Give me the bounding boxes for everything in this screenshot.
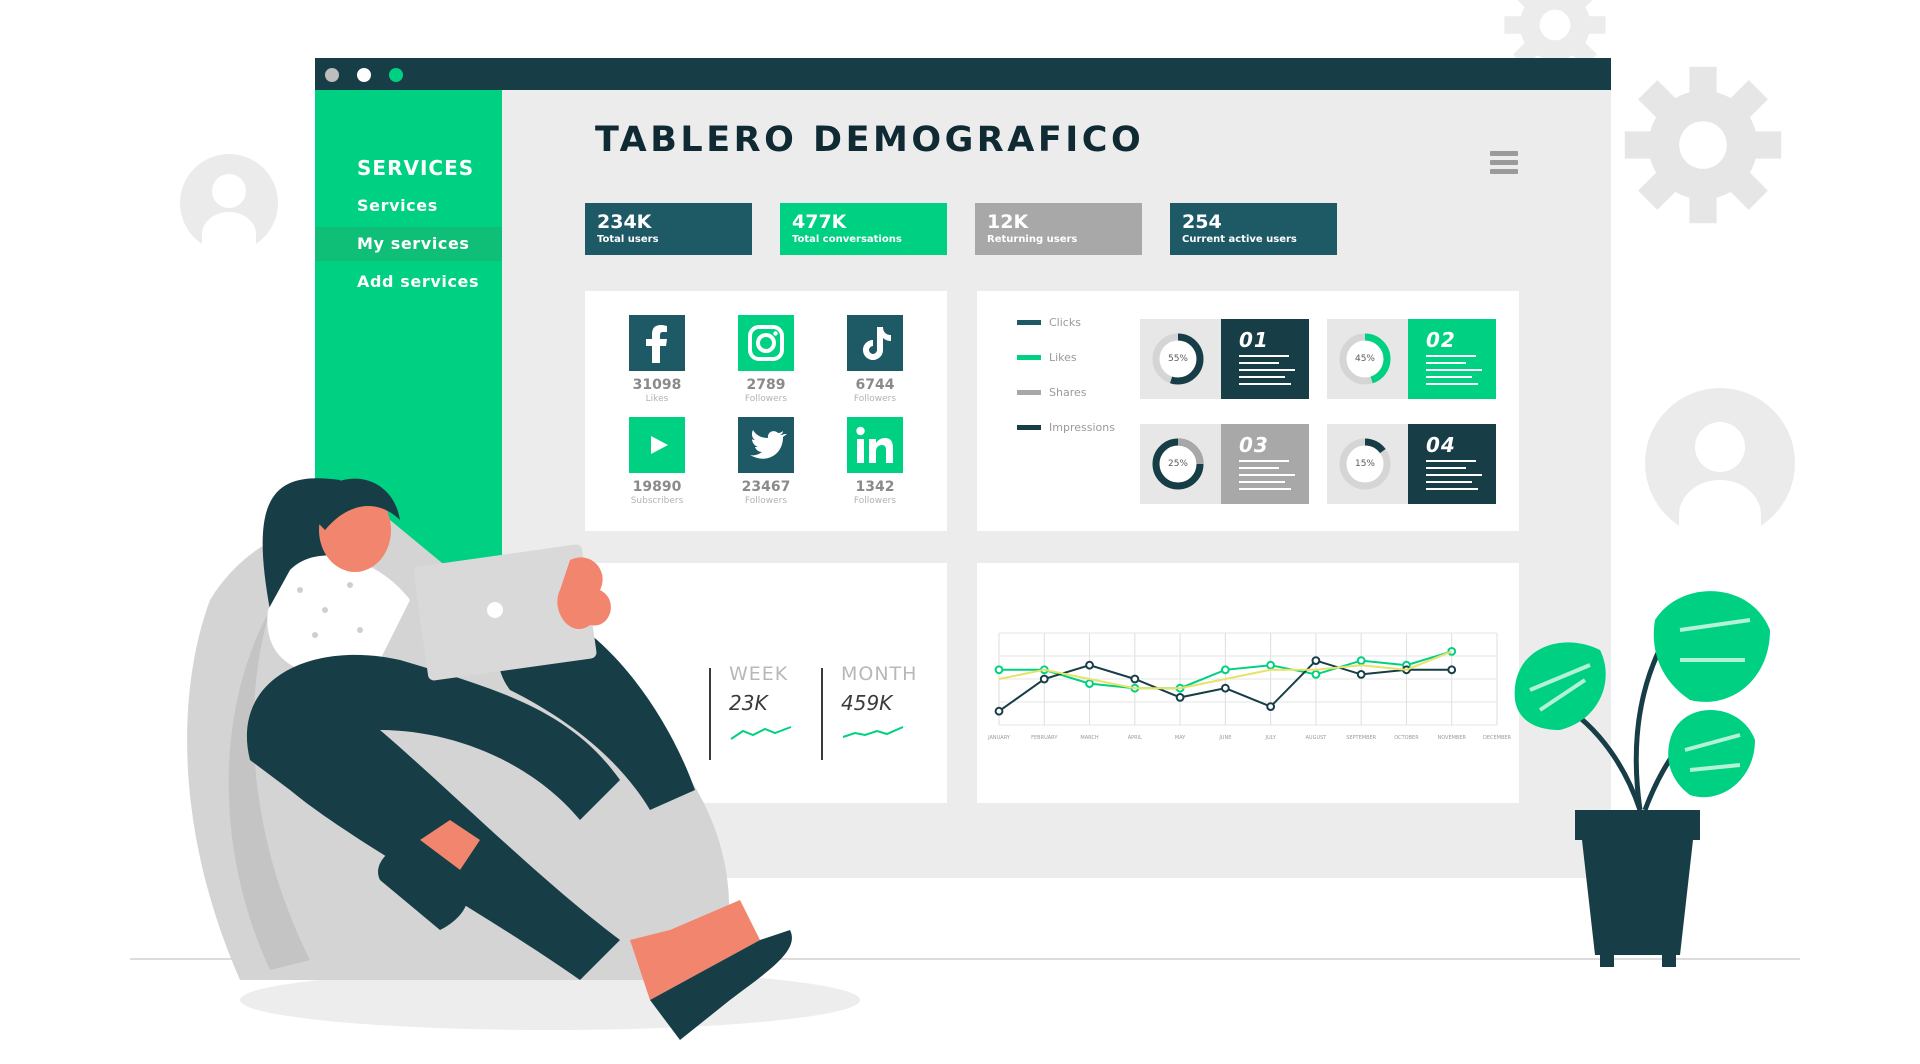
data-point (1356, 656, 1366, 665)
kpi-card-04[interactable]: 15% 04 (1327, 424, 1496, 504)
data-point (1085, 679, 1094, 688)
x-tick-label: OCTOBER (1394, 735, 1419, 741)
stat-card-returning-users: 12K Returning users (975, 203, 1142, 255)
x-tick-label: JANUARY (987, 735, 1011, 741)
stat-label: Current active users (1182, 234, 1297, 245)
data-point (1039, 674, 1049, 684)
kpi-number: 02 (1426, 328, 1456, 352)
data-point (1085, 660, 1094, 670)
background-avatar-left (180, 154, 278, 252)
social-caption: Followers (744, 394, 788, 404)
stat-value: 254 (1182, 211, 1222, 233)
kpi-number: 03 (1239, 433, 1269, 457)
data-point (1130, 674, 1140, 684)
kpi-number-card: 02 (1408, 319, 1496, 399)
data-point (1220, 683, 1230, 693)
legend-item-clicks: Clicks (1017, 316, 1081, 330)
social-instagram[interactable]: 2789 Followers (721, 315, 811, 405)
social-caption: Followers (853, 394, 897, 404)
kpi-number-card: 01 (1221, 319, 1309, 399)
social-count: 6744 (855, 377, 895, 393)
data-point (1266, 702, 1276, 712)
x-tick-label: AUGUST (1305, 735, 1327, 741)
stat-label: Returning users (987, 234, 1078, 245)
stat-card-total-conversations: 477K Total conversations (780, 203, 947, 255)
legend-item-likes: Likes (1017, 351, 1077, 365)
legend-label: Clicks (1049, 316, 1081, 329)
social-facebook[interactable]: 31098 Likes (612, 315, 702, 405)
x-tick-label: NOVEMBER (1437, 735, 1466, 741)
plant-illustration (1514, 591, 1770, 967)
data-point (1175, 693, 1185, 702)
line-chart-panel: JANUARY FEBRUARY MARCH APRIL MAY JUNE JULY AUGU… (977, 563, 1519, 803)
donut-percent: 25% (1167, 459, 1188, 469)
sidebar-title: SERVICES (357, 156, 475, 180)
legend-label: Shares (1049, 386, 1087, 399)
data-point (994, 706, 1004, 716)
legend-item-shares: Shares (1017, 386, 1086, 400)
window-dot-green[interactable] (389, 68, 403, 82)
kpi-number: 01 (1239, 328, 1269, 352)
x-tick-label: JUNE (1218, 735, 1231, 741)
donut-percent: 15% (1354, 459, 1375, 469)
donut-percent: 45% (1354, 354, 1375, 364)
stat-label: Total conversations (792, 234, 902, 245)
gear-icon (1624, 66, 1782, 224)
data-point (1311, 656, 1321, 665)
kpi-number-card: 04 (1408, 424, 1496, 504)
hamburger-menu-icon[interactable] (1490, 151, 1518, 179)
kpi-card-03[interactable]: 25% 03 (1140, 424, 1309, 504)
x-tick-label: MAY (1175, 735, 1186, 741)
instagram-icon (738, 315, 794, 371)
donut-percent: 55% (1167, 354, 1188, 364)
page-title: TABLERO DEMOGRAFICO (595, 120, 1145, 160)
legend-item-impressions: Impressions (1017, 421, 1115, 435)
window-titlebar (315, 58, 1611, 90)
legend-label: Likes (1049, 351, 1077, 364)
stat-value: 477K (792, 211, 847, 233)
kpi-number-card: 03 (1221, 424, 1309, 504)
data-point (1311, 670, 1321, 679)
data-point (1266, 660, 1276, 670)
window-dot-gray[interactable] (325, 68, 339, 82)
sidebar-item-add-services[interactable]: Add services (315, 265, 502, 299)
metrics-panel: Clicks Likes Shares Impressions 55% 01 4… (977, 291, 1519, 531)
stat-card-total-users: 234K Total users (585, 203, 752, 255)
woman-illustration (187, 478, 860, 1040)
line-chart: JANUARY FEBRUARY MARCH APRIL MAY JUNE JULY AUGU… (987, 632, 1512, 741)
x-tick-label: JULY (1264, 735, 1276, 741)
social-count: 2789 (746, 377, 786, 393)
kpi-card-02[interactable]: 45% 02 (1327, 319, 1496, 399)
stat-card-active-users: 254 Current active users (1170, 203, 1337, 255)
stat-label: Total users (597, 234, 659, 245)
sidebar-item-services[interactable]: Services (315, 189, 502, 223)
kpi-number: 04 (1426, 433, 1456, 457)
legend-label: Impressions (1049, 421, 1115, 434)
data-point (1220, 665, 1230, 675)
data-point (994, 665, 1004, 675)
kpi-card-01[interactable]: 55% 01 (1140, 319, 1309, 399)
x-tick-label: FEBRUARY (1031, 735, 1058, 741)
social-caption: Likes (645, 394, 669, 404)
facebook-icon (629, 315, 685, 371)
stat-value: 234K (597, 211, 652, 233)
tiktok-icon (847, 315, 903, 371)
stat-value: 12K (987, 211, 1029, 233)
background-avatar-right (1645, 388, 1795, 538)
x-tick-label: SEPTEMBER (1346, 735, 1376, 741)
data-point (1356, 670, 1366, 679)
data-point (1447, 665, 1457, 675)
social-count: 31098 (632, 377, 682, 393)
sidebar-item-my-services[interactable]: My services (315, 227, 502, 261)
x-tick-label: MARCH (1080, 735, 1098, 741)
x-tick-label: APRIL (1128, 735, 1142, 741)
window-dot-white[interactable] (357, 68, 371, 82)
social-tiktok[interactable]: 6744 Followers (830, 315, 920, 405)
